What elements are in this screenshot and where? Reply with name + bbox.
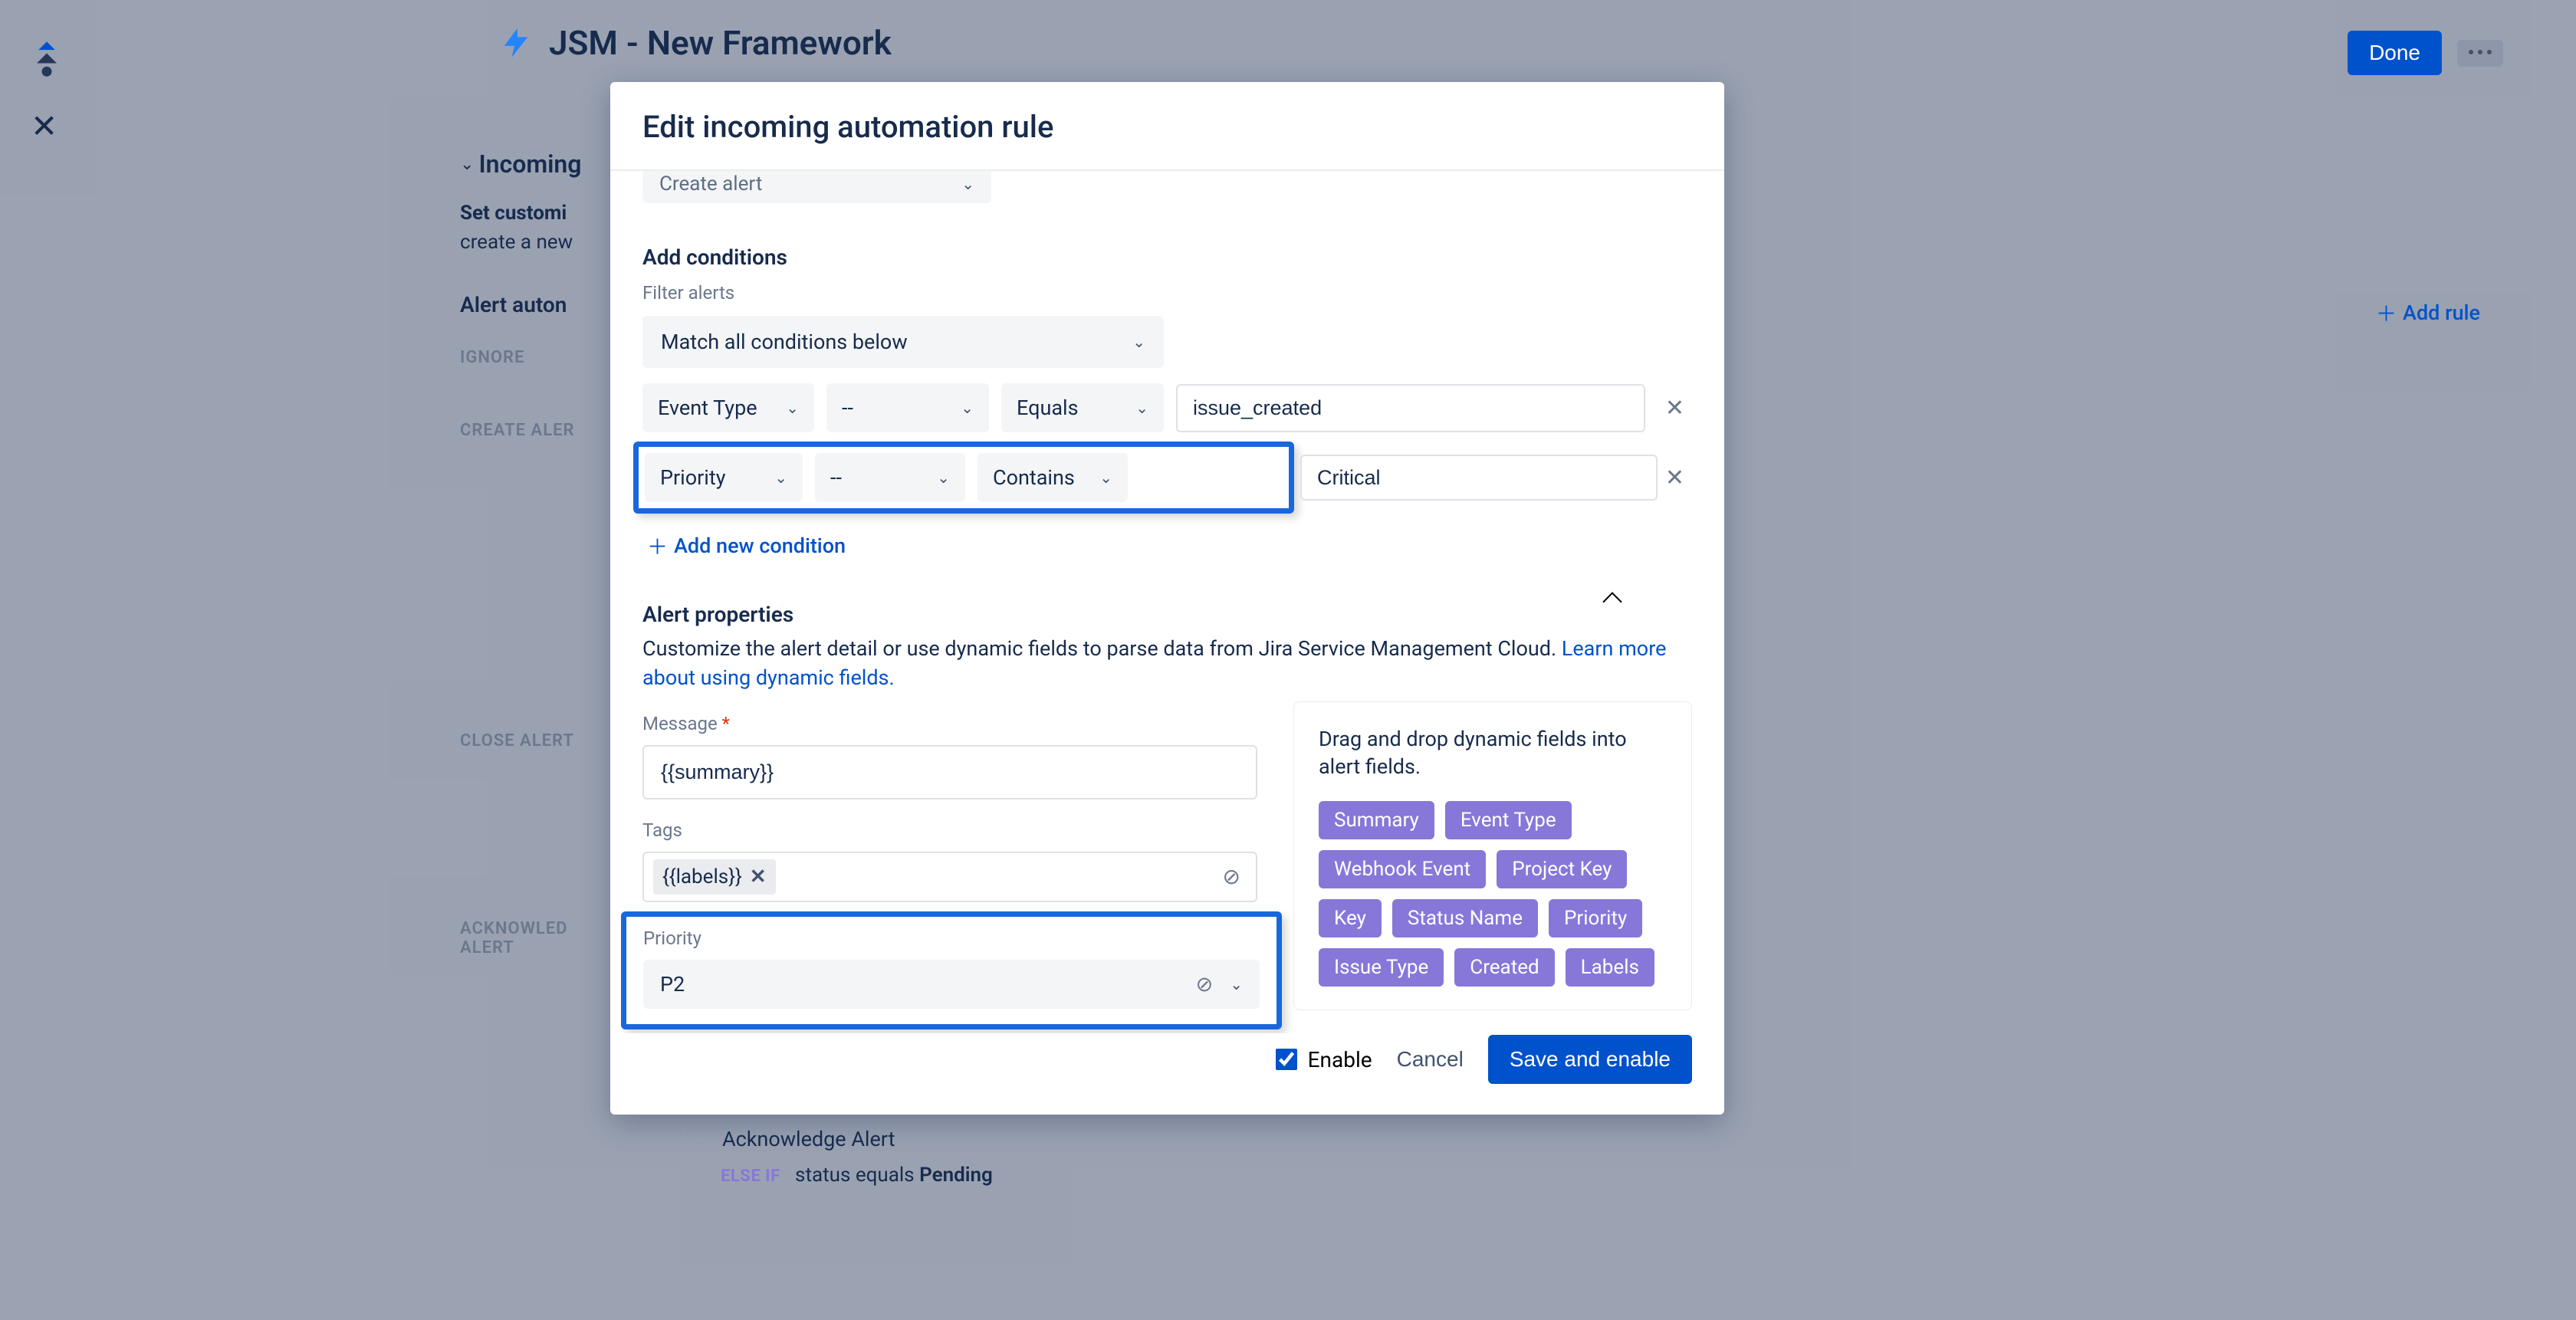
- modal-title: Edit incoming automation rule: [642, 109, 1692, 145]
- chevron-down-icon: ⌄: [937, 468, 950, 487]
- match-mode-select[interactable]: Match all conditions below ⌄: [642, 316, 1164, 368]
- add-rule-button[interactable]: ＋ Add rule: [2376, 297, 2480, 327]
- lightning-icon: [498, 25, 534, 61]
- remove-condition-icon[interactable]: ✕: [1658, 395, 1692, 422]
- dynamic-fields-desc: Drag and drop dynamic fields into alert …: [1319, 725, 1667, 781]
- action-select[interactable]: Create alert ⌄: [642, 171, 991, 203]
- remove-tag-icon[interactable]: ✕: [750, 865, 767, 888]
- condition-subfield-select[interactable]: --⌄: [815, 453, 965, 502]
- alert-automation-label: Alert auton: [460, 292, 613, 317]
- priority-label: Priority: [643, 928, 1260, 949]
- dynamic-field-chip[interactable]: Key: [1319, 899, 1382, 937]
- priority-highlight: Priority P2 ⊘ ⌄: [621, 911, 1282, 1029]
- chevron-down-icon: ⌄: [786, 399, 799, 417]
- elseif-chip: ELSE IF: [721, 1167, 780, 1186]
- clear-tags-icon[interactable]: ⊘: [1223, 864, 1247, 889]
- chevron-down-icon: ⌄: [1132, 333, 1145, 351]
- dynamic-field-chip[interactable]: Project Key: [1497, 850, 1627, 888]
- cat-ignore: IGNORE: [460, 348, 613, 367]
- more-actions-button[interactable]: [2457, 40, 2503, 67]
- condition-value-input[interactable]: [1300, 455, 1658, 501]
- condition-operator-select[interactable]: Equals⌄: [1001, 383, 1164, 432]
- alert-properties-heading: Alert properties: [642, 602, 1692, 627]
- add-conditions-heading: Add conditions: [642, 245, 1692, 270]
- clear-priority-icon[interactable]: ⊘: [1196, 972, 1214, 997]
- alert-properties-desc: Customize the alert detail or use dynami…: [642, 635, 1692, 693]
- condition-field-select[interactable]: Priority⌄: [645, 453, 803, 502]
- enable-toggle[interactable]: Enable: [1276, 1047, 1372, 1072]
- edit-rule-modal: Edit incoming automation rule Create ale…: [610, 82, 1724, 1115]
- condition-subfield-select[interactable]: --⌄: [826, 383, 989, 432]
- condition-value-input[interactable]: [1176, 384, 1645, 432]
- chevron-down-icon: ⌄: [961, 175, 974, 193]
- dynamic-field-chip[interactable]: Status Name: [1392, 899, 1538, 937]
- left-subtext-1: Set customi: [460, 202, 613, 225]
- close-icon[interactable]: ✕: [31, 107, 58, 146]
- dynamic-field-chip[interactable]: Summary: [1319, 801, 1434, 839]
- dynamic-fields-panel: Drag and drop dynamic fields into alert …: [1293, 701, 1692, 1010]
- priority-select[interactable]: P2 ⊘ ⌄: [643, 960, 1260, 1009]
- condition-field-select[interactable]: Event Type⌄: [642, 383, 814, 432]
- cancel-button[interactable]: Cancel: [1397, 1047, 1464, 1072]
- plus-icon: ＋: [2376, 297, 2397, 327]
- condition-row-2: Priority⌄ --⌄ Contains⌄: [645, 453, 1283, 502]
- sidebar-logo-icon: [27, 38, 67, 78]
- done-button[interactable]: Done: [2348, 31, 2442, 75]
- dynamic-field-chip[interactable]: Webhook Event: [1319, 850, 1486, 888]
- drag-handle-icon[interactable]: ⋮⋮: [675, 1130, 704, 1149]
- tags-input[interactable]: {{labels}} ✕ ⊘: [642, 852, 1257, 902]
- remove-condition-icon[interactable]: ✕: [1658, 465, 1692, 491]
- chevron-down-icon: ⌄: [1135, 399, 1148, 417]
- save-and-enable-button[interactable]: Save and enable: [1488, 1035, 1692, 1084]
- condition-operator-select[interactable]: Contains⌄: [978, 453, 1128, 502]
- dynamic-field-chip[interactable]: Event Type: [1445, 801, 1572, 839]
- chevron-down-icon: ⌄: [1230, 975, 1243, 993]
- chevron-down-icon: ⌄: [774, 468, 787, 487]
- dynamic-field-chip[interactable]: Issue Type: [1319, 948, 1444, 987]
- cat-close-alert: CLOSE ALERT: [460, 731, 613, 750]
- rule-ack-label: Acknowledge Alert: [722, 1127, 895, 1151]
- section-incoming-label: Incoming: [478, 149, 581, 179]
- message-input[interactable]: [642, 745, 1257, 800]
- cat-create-alert: CREATE ALER: [460, 421, 613, 440]
- cat-ack-1: ACKNOWLED: [460, 919, 613, 938]
- condition-row-2-highlight: Priority⌄ --⌄ Contains⌄: [633, 442, 1294, 514]
- filter-alerts-label: Filter alerts: [642, 282, 1692, 304]
- rule-elseif-row: ELSE IF status equals Pending: [675, 1164, 993, 1187]
- tag-chip: {{labels}} ✕: [653, 859, 776, 895]
- add-condition-button[interactable]: ＋ Add new condition: [642, 530, 1692, 560]
- dynamic-field-chip[interactable]: Priority: [1549, 899, 1642, 937]
- chevron-down-icon: ⌄: [1099, 468, 1112, 487]
- condition-row-1: Event Type⌄ --⌄ Equals⌄ ✕: [642, 383, 1692, 432]
- chevron-down-icon: ⌄: [961, 399, 974, 417]
- dynamic-field-chip[interactable]: Labels: [1566, 948, 1654, 987]
- plus-icon: ＋: [647, 530, 668, 560]
- cat-ack-2: ALERT: [460, 938, 613, 957]
- left-subtext-2: create a new: [460, 231, 613, 254]
- dynamic-field-chip[interactable]: Created: [1454, 948, 1554, 987]
- enable-checkbox[interactable]: [1276, 1049, 1297, 1070]
- chevron-down-icon[interactable]: ⌄: [460, 155, 474, 174]
- page-title: JSM - New Framework: [549, 23, 892, 63]
